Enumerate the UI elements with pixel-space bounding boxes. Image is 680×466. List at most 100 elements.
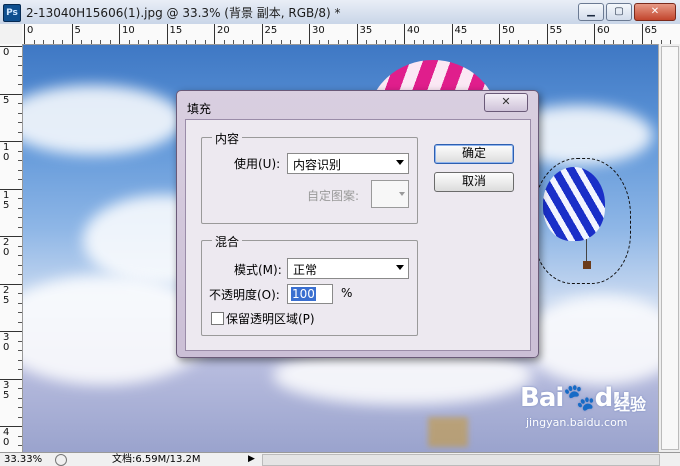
ruler-label: 55 xyxy=(550,25,563,36)
ruler-minor-tick xyxy=(18,407,22,408)
use-label: 使用(U): xyxy=(234,155,280,172)
ruler-minor-tick xyxy=(18,75,22,76)
chevron-down-icon xyxy=(396,265,404,270)
ruler-minor-tick xyxy=(205,40,206,44)
vertical-scrollbar[interactable] xyxy=(658,44,680,452)
ruler-minor-tick xyxy=(18,417,22,418)
ruler-minor-tick xyxy=(18,293,22,294)
ruler-origin[interactable] xyxy=(0,24,23,45)
horizontal-scrollbar[interactable] xyxy=(262,454,660,466)
status-bar: 33.33% 文档:6.59M/13.2M ▶ xyxy=(0,452,680,466)
ruler-minor-tick xyxy=(18,227,22,228)
ok-button[interactable]: 确定 xyxy=(434,144,514,164)
minimize-button[interactable]: ▁ xyxy=(578,3,604,21)
status-menu-arrow-icon[interactable]: ▶ xyxy=(248,453,255,466)
ruler-minor-tick xyxy=(471,40,472,44)
ruler-minor-tick xyxy=(575,40,576,44)
ruler-minor-tick xyxy=(442,40,443,44)
ruler-label: 25 xyxy=(265,25,278,36)
scrollbar-thumb[interactable] xyxy=(661,46,679,450)
selection-marquee[interactable] xyxy=(533,158,631,284)
ruler-minor-tick xyxy=(347,40,348,44)
ruler-minor-tick xyxy=(34,40,35,44)
blend-group-title: 混合 xyxy=(212,233,242,250)
ruler-label: 3 5 xyxy=(3,381,9,401)
maximize-button[interactable]: ▢ xyxy=(606,3,632,21)
cancel-button[interactable]: 取消 xyxy=(434,172,514,192)
ruler-minor-tick xyxy=(138,40,139,44)
ruler-minor-tick xyxy=(110,40,111,44)
ruler-minor-tick xyxy=(233,40,234,44)
ruler-tick xyxy=(357,24,358,44)
ruler-minor-tick xyxy=(18,398,22,399)
ruler-minor-tick xyxy=(18,170,22,171)
ruler-minor-tick xyxy=(281,40,282,44)
ruler-minor-tick xyxy=(376,40,377,44)
ruler-minor-tick xyxy=(623,40,624,44)
ruler-label: 0 xyxy=(27,25,33,36)
ruler-minor-tick xyxy=(385,40,386,44)
ruler-minor-tick xyxy=(100,40,101,44)
ruler-minor-tick xyxy=(243,40,244,44)
content-group-title: 内容 xyxy=(212,130,242,147)
ruler-vertical[interactable]: 051 01 52 02 53 03 54 0 xyxy=(0,44,23,452)
ruler-minor-tick xyxy=(18,341,22,342)
zoom-level[interactable]: 33.33% xyxy=(4,453,42,466)
mode-select[interactable]: 正常 xyxy=(287,258,409,279)
chevron-down-icon xyxy=(399,192,405,196)
ruler-minor-tick xyxy=(43,40,44,44)
ruler-minor-tick xyxy=(18,303,22,304)
ruler-minor-tick xyxy=(176,40,177,44)
use-select[interactable]: 内容识别 xyxy=(287,153,409,174)
use-select-value: 内容识别 xyxy=(293,156,341,173)
paw-icon: 🐾 xyxy=(563,383,594,413)
blend-group: 混合 模式(M): 正常 不透明度(O): 100 % 保留透明区域(P) xyxy=(201,240,418,336)
ruler-minor-tick xyxy=(129,40,130,44)
opacity-unit: % xyxy=(341,286,352,300)
opacity-label: 不透明度(O): xyxy=(209,286,280,303)
ruler-minor-tick xyxy=(18,132,22,133)
ruler-minor-tick xyxy=(186,40,187,44)
pattern-picker xyxy=(371,180,409,208)
ruler-minor-tick xyxy=(290,40,291,44)
ruler-minor-tick xyxy=(18,445,22,446)
ruler-tick xyxy=(119,24,120,44)
ruler-horizontal[interactable]: 05101520253035404550556065 xyxy=(22,24,680,45)
dialog-close-button[interactable]: ✕ xyxy=(484,93,528,112)
ruler-minor-tick xyxy=(62,40,63,44)
ruler-label: 50 xyxy=(502,25,515,36)
preserve-transparency-label[interactable]: 保留透明区域(P) xyxy=(226,310,315,327)
ruler-minor-tick xyxy=(433,40,434,44)
ruler-label: 15 xyxy=(170,25,183,36)
ruler-tick xyxy=(404,24,405,44)
ruler-minor-tick xyxy=(18,388,22,389)
ruler-minor-tick xyxy=(423,40,424,44)
ruler-minor-tick xyxy=(18,274,22,275)
preserve-transparency-checkbox[interactable] xyxy=(211,312,224,325)
close-button[interactable]: ✕ xyxy=(634,3,676,21)
ruler-label: 10 xyxy=(122,25,135,36)
ruler-minor-tick xyxy=(252,40,253,44)
ruler-minor-tick xyxy=(395,40,396,44)
content-group: 内容 使用(U): 内容识别 自定图案: xyxy=(201,137,418,224)
ruler-minor-tick xyxy=(18,103,22,104)
ruler-minor-tick xyxy=(338,40,339,44)
fill-dialog: 填充 ✕ 内容 使用(U): 内容识别 自定图案: 混合 模式(M): 正常 不… xyxy=(176,90,539,358)
opacity-input[interactable]: 100 xyxy=(287,284,333,304)
status-info-icon[interactable] xyxy=(55,454,67,466)
ruler-minor-tick xyxy=(18,312,22,313)
ruler-minor-tick xyxy=(18,350,22,351)
ruler-label: 4 0 xyxy=(3,428,9,448)
ruler-tick xyxy=(214,24,215,44)
ruler-minor-tick xyxy=(91,40,92,44)
ruler-tick xyxy=(167,24,168,44)
ruler-minor-tick xyxy=(18,265,22,266)
ruler-tick xyxy=(594,24,595,44)
mode-label: 模式(M): xyxy=(234,261,282,278)
pattern-label: 自定图案: xyxy=(307,187,359,204)
ruler-minor-tick xyxy=(556,40,557,44)
ruler-minor-tick xyxy=(195,40,196,44)
ruler-label: 2 0 xyxy=(3,238,9,258)
ruler-minor-tick xyxy=(18,217,22,218)
baidu-watermark: Bai🐾du 经验 jingyan.baidu.com xyxy=(520,383,630,413)
